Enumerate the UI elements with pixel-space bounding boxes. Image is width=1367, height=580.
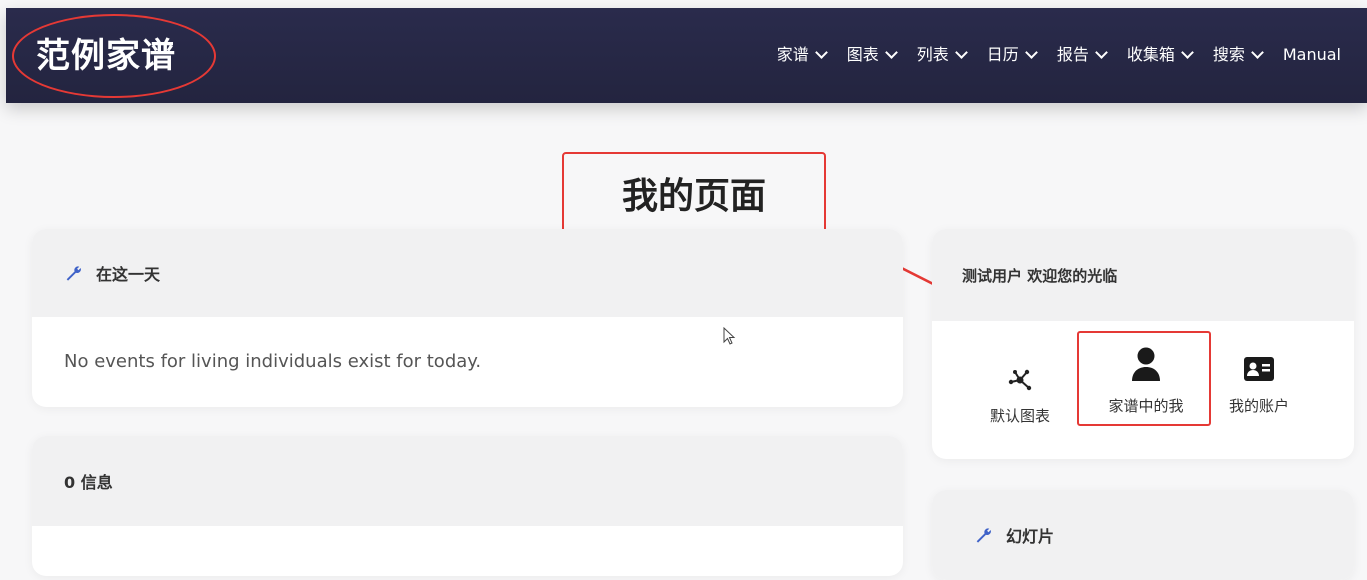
title-annotation-circle bbox=[12, 14, 216, 98]
welcome-title: 测试用户 欢迎您的光临 bbox=[962, 266, 1118, 285]
card-title: 在这一天 bbox=[96, 265, 161, 284]
chevron-down-icon bbox=[1094, 46, 1108, 59]
me-in-tree-link[interactable]: 家谱中的我 bbox=[1082, 347, 1210, 416]
no-events-message: No events for living individuals exist f… bbox=[64, 351, 482, 372]
welcome-card: 测试用户 欢迎您的光临 默认图表 家谱中的我 我的账户 bbox=[932, 229, 1354, 459]
card-title: 0 信息 bbox=[64, 473, 113, 492]
menu-family-tree[interactable]: 家谱 bbox=[776, 44, 828, 66]
mouse-cursor-icon bbox=[723, 327, 736, 345]
my-account-link[interactable]: 我的账户 bbox=[1214, 347, 1304, 416]
card-header: 测试用户 欢迎您的光临 bbox=[932, 229, 1354, 321]
quick-links: 默认图表 家谱中的我 我的账户 bbox=[932, 321, 1354, 459]
chevron-down-icon bbox=[954, 46, 968, 59]
person-icon bbox=[1132, 347, 1160, 381]
menu-clippings[interactable]: 收集箱 bbox=[1126, 44, 1194, 66]
menu-label: 收集箱 bbox=[1126, 45, 1175, 64]
wrench-icon bbox=[66, 266, 81, 281]
wrench-icon bbox=[976, 528, 991, 543]
chevron-down-icon bbox=[1250, 46, 1264, 59]
navbar: 范例家谱 家谱 图表 列表 日历 报告 收集箱 搜索 Manual bbox=[6, 8, 1367, 103]
menu-label: 图表 bbox=[846, 45, 879, 64]
messages-card: 0 信息 bbox=[32, 436, 903, 576]
menu-label: 列表 bbox=[916, 45, 949, 64]
menu-label: 家谱 bbox=[776, 45, 809, 64]
on-this-day-card: 在这一天 No events for living individuals ex… bbox=[32, 229, 903, 407]
card-header: 0 信息 bbox=[32, 436, 903, 526]
id-card-icon bbox=[1244, 357, 1274, 381]
slideshow-card: 幻灯片 bbox=[932, 490, 1354, 580]
menu-label: 搜索 bbox=[1212, 45, 1245, 64]
menu-label: Manual bbox=[1282, 45, 1341, 64]
link-label: 默认图表 bbox=[989, 407, 1050, 425]
chevron-down-icon bbox=[814, 46, 828, 59]
link-label: 家谱中的我 bbox=[1108, 397, 1184, 415]
menu-charts[interactable]: 图表 bbox=[846, 44, 898, 66]
chevron-down-icon bbox=[1180, 46, 1194, 59]
menu-manual[interactable]: Manual bbox=[1283, 44, 1341, 66]
card-header: 在这一天 bbox=[32, 229, 903, 317]
menu-label: 报告 bbox=[1056, 45, 1089, 64]
menu-reports[interactable]: 报告 bbox=[1056, 44, 1108, 66]
chart-nodes-icon bbox=[1008, 369, 1032, 391]
default-chart-link[interactable]: 默认图表 bbox=[980, 357, 1060, 426]
my-page-callout: 我的页面 bbox=[562, 152, 826, 234]
link-label: 我的账户 bbox=[1228, 397, 1289, 415]
menu-lists[interactable]: 列表 bbox=[916, 44, 968, 66]
chevron-down-icon bbox=[884, 46, 898, 59]
menu-label: 日历 bbox=[986, 45, 1019, 64]
menu-search[interactable]: 搜索 bbox=[1212, 44, 1264, 66]
main-menu: 家谱 图表 列表 日历 报告 收集箱 搜索 Manual bbox=[756, 44, 1341, 66]
menu-calendar[interactable]: 日历 bbox=[986, 44, 1038, 66]
chevron-down-icon bbox=[1024, 46, 1038, 59]
card-title: 幻灯片 bbox=[1006, 527, 1055, 546]
card-header: 幻灯片 bbox=[932, 490, 1354, 580]
